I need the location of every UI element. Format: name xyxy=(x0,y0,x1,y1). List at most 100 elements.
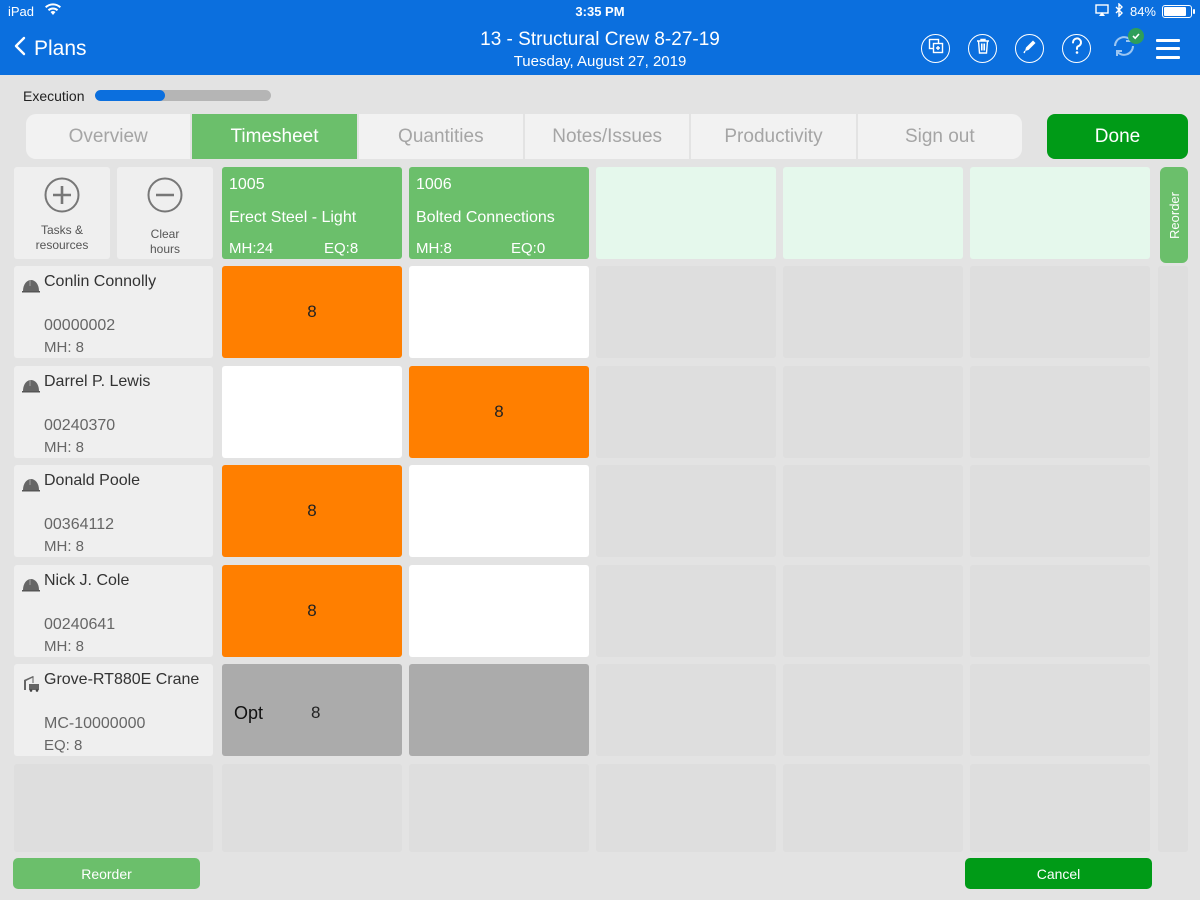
task-name: Erect Steel - Light xyxy=(229,209,357,226)
task-code: 1006 xyxy=(416,176,452,193)
execution-progress-fill xyxy=(95,90,166,101)
cancel-button[interactable]: Cancel xyxy=(965,858,1152,889)
task-code: 1005 xyxy=(229,176,265,193)
empty-grid-cell xyxy=(783,366,963,458)
task-equipment: EQ:0 xyxy=(511,240,546,257)
battery-icon xyxy=(1162,5,1195,18)
empty-grid-cell xyxy=(970,266,1150,358)
hours-cell[interactable]: 8 xyxy=(222,465,402,557)
tab-notes-issues[interactable]: Notes/Issues xyxy=(525,114,692,159)
resource-hours: MH: 8 xyxy=(44,439,85,456)
resource-hours: MH: 8 xyxy=(44,339,85,356)
empty-grid-cell xyxy=(409,764,589,852)
check-icon xyxy=(1128,28,1144,44)
pencil-icon xyxy=(1022,38,1038,59)
resource-row-header[interactable]: Darrel P. Lewis 00240370 MH: 8 xyxy=(14,366,213,458)
question-icon xyxy=(1070,37,1084,60)
trash-icon xyxy=(976,38,990,59)
status-bar: iPad 3:35 PM 84% xyxy=(0,0,1200,22)
empty-grid-cell xyxy=(596,366,776,458)
plus-circle-icon xyxy=(44,177,80,218)
task-column-1006[interactable]: 1006 Bolted Connections MH:8 EQ:0 xyxy=(409,167,589,259)
task-equipment: EQ:8 xyxy=(324,240,359,257)
empty-grid-cell xyxy=(783,664,963,756)
bluetooth-icon xyxy=(1115,2,1124,20)
delete-button[interactable] xyxy=(968,34,997,63)
resource-row-header[interactable]: Donald Poole 00364112 MH: 8 xyxy=(14,465,213,557)
hours-cell[interactable] xyxy=(409,565,589,657)
back-button[interactable]: Plans xyxy=(14,36,87,62)
equipment-hours-cell[interactable] xyxy=(409,664,589,756)
empty-grid-cell xyxy=(1158,266,1188,852)
resource-hours: MH: 8 xyxy=(44,638,85,655)
empty-task-slot[interactable] xyxy=(596,167,776,259)
resource-hours: MH: 8 xyxy=(44,538,85,555)
hours-cell[interactable]: 8 xyxy=(409,366,589,458)
add-tasks-resources-button[interactable]: Tasks & resources xyxy=(14,167,110,259)
screen-mirroring-icon xyxy=(1095,4,1109,19)
nav-bar: iPad 3:35 PM 84% Plans 13 - Structural C… xyxy=(0,0,1200,75)
copy-button[interactable] xyxy=(921,34,950,63)
empty-grid-cell xyxy=(783,266,963,358)
tab-quantities[interactable]: Quantities xyxy=(359,114,525,159)
operated-label: Opt xyxy=(234,703,264,723)
resource-id: 00364112 xyxy=(44,516,114,533)
resource-row-header[interactable]: Grove-RT880E Crane MC-10000000 EQ: 8 xyxy=(14,664,213,756)
empty-task-slot[interactable] xyxy=(970,167,1150,259)
empty-grid-cell xyxy=(596,664,776,756)
crane-icon xyxy=(21,674,41,697)
resource-row-header[interactable]: Conlin Connolly 00000002 MH: 8 xyxy=(14,266,213,358)
empty-grid-cell xyxy=(970,465,1150,557)
empty-grid-cell xyxy=(222,764,402,852)
help-button[interactable] xyxy=(1062,34,1091,63)
done-button[interactable]: Done xyxy=(1047,114,1188,159)
hardhat-icon xyxy=(21,276,41,299)
tab-productivity[interactable]: Productivity xyxy=(691,114,858,159)
empty-grid-cell xyxy=(970,664,1150,756)
hardhat-icon xyxy=(21,575,41,598)
reorder-columns-label: Reorder xyxy=(1166,191,1182,239)
equipment-hours-cell[interactable]: Opt 8 xyxy=(222,664,402,756)
resource-name: Grove-RT880E Crane xyxy=(44,671,200,688)
tab-overview[interactable]: Overview xyxy=(26,114,193,159)
tab-sign-out[interactable]: Sign out xyxy=(858,114,1022,159)
task-name: Bolted Connections xyxy=(416,209,555,226)
empty-grid-cell xyxy=(783,465,963,557)
edit-button[interactable] xyxy=(1015,34,1044,63)
empty-grid-cell xyxy=(970,366,1150,458)
back-label: Plans xyxy=(34,37,87,60)
reorder-rows-button[interactable]: Reorder xyxy=(13,858,200,889)
resource-hours: EQ: 8 xyxy=(44,737,83,754)
resource-id: MC-10000000 xyxy=(44,715,146,732)
resource-id: 00240641 xyxy=(44,616,116,633)
hours-cell[interactable]: 8 xyxy=(222,565,402,657)
resource-name: Nick J. Cole xyxy=(44,572,130,589)
empty-grid-cell xyxy=(596,465,776,557)
resource-row-header[interactable]: Nick J. Cole 00240641 MH: 8 xyxy=(14,565,213,657)
hours-cell[interactable] xyxy=(409,465,589,557)
hours-cell[interactable] xyxy=(222,366,402,458)
empty-grid-cell xyxy=(783,565,963,657)
clock: 3:35 PM xyxy=(575,4,625,19)
clear-hours-button[interactable]: Clear hours xyxy=(117,167,213,259)
sync-button[interactable] xyxy=(1109,28,1144,63)
chevron-left-icon xyxy=(14,36,26,62)
menu-icon[interactable] xyxy=(1156,38,1180,59)
execution-label: Execution xyxy=(23,88,85,104)
tab-timesheet[interactable]: Timesheet xyxy=(192,114,359,159)
add-tasks-resources-label: Tasks & resources xyxy=(35,223,89,252)
empty-grid-cell xyxy=(970,565,1150,657)
empty-grid-cell xyxy=(596,565,776,657)
resource-name: Donald Poole xyxy=(44,472,141,489)
clear-hours-label: Clear hours xyxy=(149,227,181,256)
resource-name: Darrel P. Lewis xyxy=(44,373,151,390)
reorder-columns-button[interactable]: Reorder xyxy=(1160,167,1188,263)
empty-task-slot[interactable] xyxy=(783,167,963,259)
hours-cell[interactable]: 8 xyxy=(222,266,402,358)
minus-circle-icon xyxy=(147,177,183,218)
task-manhours: MH:24 xyxy=(229,240,274,257)
empty-grid-cell xyxy=(783,764,963,852)
hardhat-icon xyxy=(21,376,41,399)
task-column-1005[interactable]: 1005 Erect Steel - Light MH:24 EQ:8 xyxy=(222,167,402,259)
hours-cell[interactable] xyxy=(409,266,589,358)
